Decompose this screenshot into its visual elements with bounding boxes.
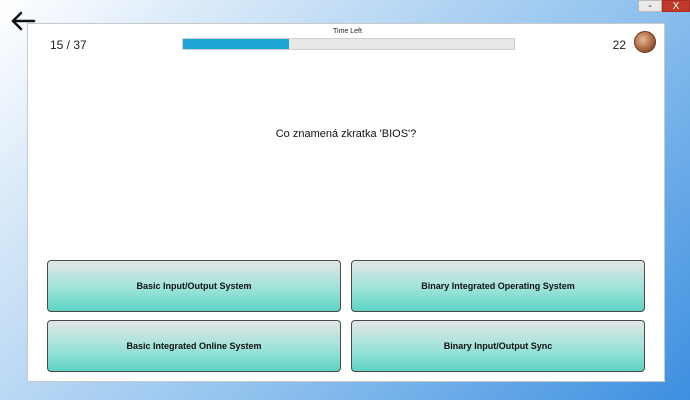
question-text: Co znamená zkratka 'BIOS'? [275, 128, 417, 140]
timer-label: Time Left [333, 28, 362, 35]
coin-icon [634, 31, 656, 53]
answer-button-1[interactable]: Basic Input/Output System [47, 260, 341, 312]
quiz-panel: 15 / 37 Time Left 22 Co znamená zkratka … [27, 23, 665, 382]
minimize-button[interactable]: - [638, 0, 662, 12]
answer-button-3[interactable]: Basic Integrated Online System [47, 320, 341, 372]
answer-button-4[interactable]: Binary Input/Output Sync [351, 320, 645, 372]
timer-progress-fill [183, 39, 289, 49]
question-counter: 15 / 37 [50, 38, 87, 52]
score-value: 22 [612, 38, 626, 52]
window-controls: - X [638, 0, 690, 12]
close-button[interactable]: X [662, 0, 690, 12]
answer-button-2[interactable]: Binary Integrated Operating System [351, 260, 645, 312]
timer-progress-bar [182, 38, 515, 50]
